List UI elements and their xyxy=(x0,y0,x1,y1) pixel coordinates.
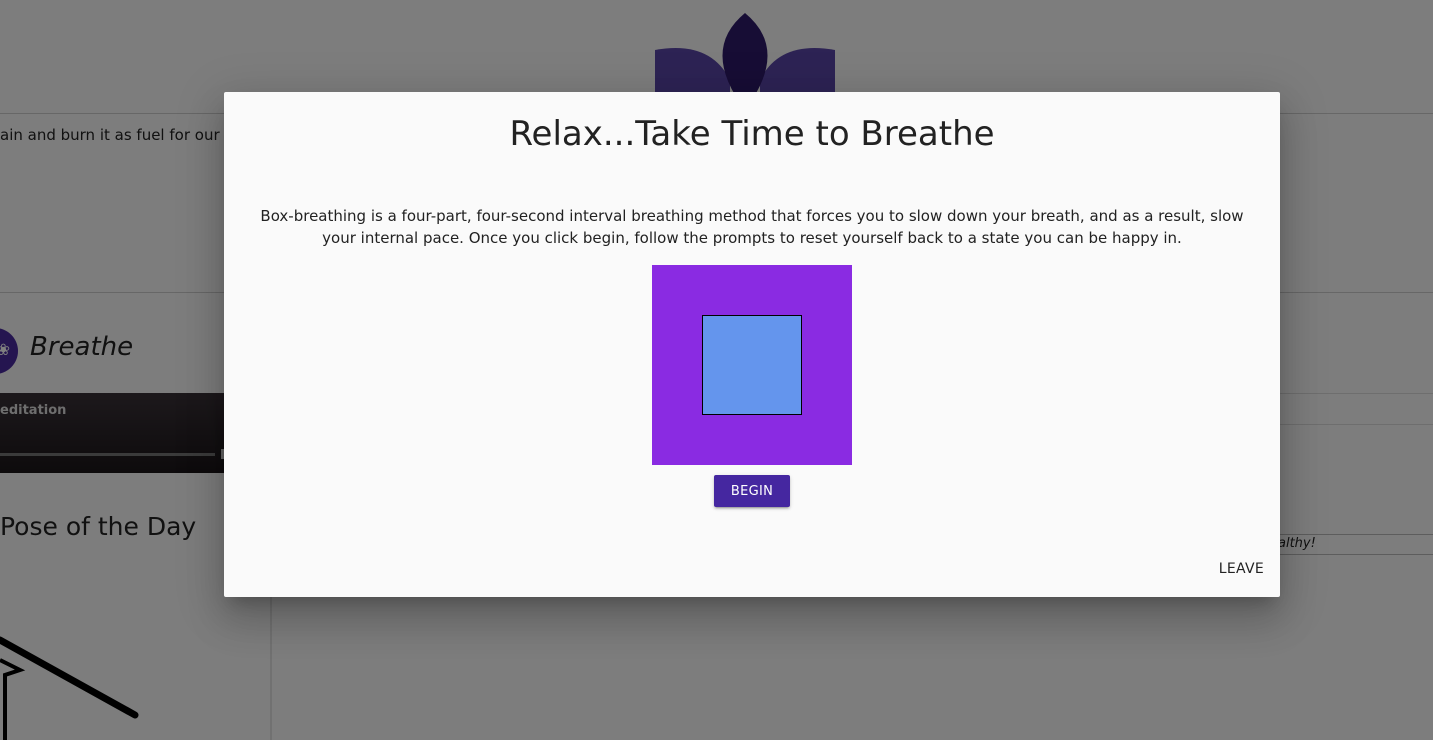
dialog-title: Relax...Take Time to Breathe xyxy=(509,114,995,154)
box-breathing-animation xyxy=(652,265,852,465)
box-breathing-inner-square xyxy=(702,315,802,415)
breathe-dialog: Relax...Take Time to Breathe Box-breathi… xyxy=(224,92,1280,597)
dialog-description: Box-breathing is a four-part, four-secon… xyxy=(260,207,1244,247)
leave-button[interactable]: LEAVE xyxy=(1217,556,1266,582)
begin-button[interactable]: BEGIN xyxy=(714,475,790,507)
